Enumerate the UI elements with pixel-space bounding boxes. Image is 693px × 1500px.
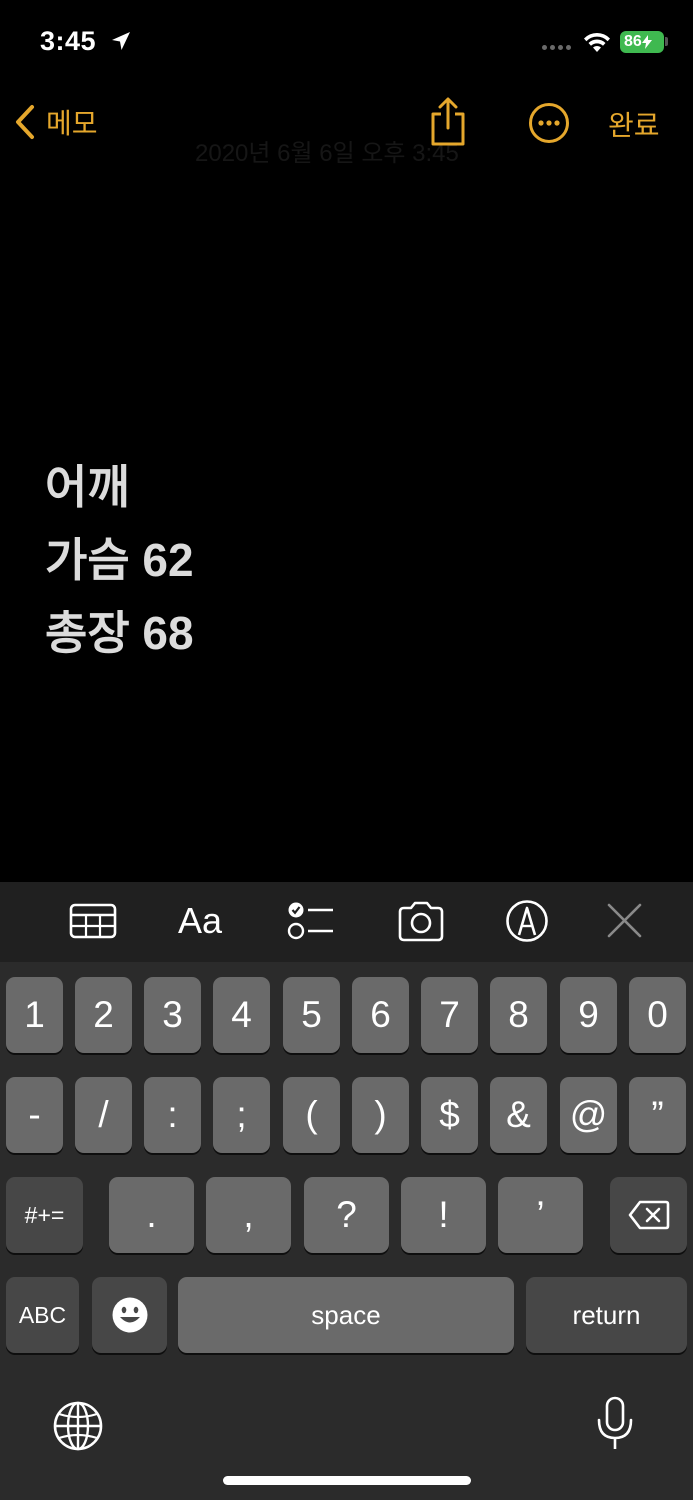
delete-icon [628,1200,669,1230]
key-9[interactable]: 9 [560,977,617,1053]
key-2[interactable]: 2 [75,977,132,1053]
key-3[interactable]: 3 [144,977,201,1053]
done-button[interactable]: 완료 [608,104,660,144]
close-icon[interactable] [600,898,650,944]
table-icon[interactable] [68,898,118,944]
status-bar: 3:45 86 [0,0,693,90]
battery-level: 86 [624,33,642,50]
key-close-paren[interactable]: ) [352,1077,409,1153]
key-6[interactable]: 6 [352,977,409,1053]
wifi-icon [584,32,610,52]
text-format-icon[interactable]: Aa [178,900,238,946]
key-comma[interactable]: , [206,1177,291,1253]
key-7[interactable]: 7 [421,977,478,1053]
key-question[interactable]: ? [304,1177,389,1253]
key-hyphen[interactable]: - [6,1077,63,1153]
key-colon[interactable]: : [144,1077,201,1153]
key-5[interactable]: 5 [283,977,340,1053]
bolt-icon [641,35,652,49]
back-label: 메모 [46,108,98,139]
back-button[interactable]: 메모 [14,102,98,142]
key-open-paren[interactable]: ( [283,1077,340,1153]
battery-charging-icon: 86 [620,31,664,53]
key-4[interactable]: 4 [213,977,270,1053]
location-arrow-icon [112,32,130,50]
microphone-icon[interactable] [596,1396,634,1452]
battery-cap [665,37,668,46]
key-at[interactable]: @ [560,1077,617,1153]
chevron-left-icon [16,105,34,139]
format-toolbar: Aa [0,882,693,962]
emoji-icon [112,1297,147,1333]
return-key[interactable]: return [526,1277,687,1353]
key-quote[interactable]: ” [629,1077,686,1153]
symbols-key[interactable]: #+= [6,1177,83,1253]
camera-icon[interactable] [396,898,446,944]
note-line[interactable]: 총장 68 [45,601,194,674]
abc-key[interactable]: ABC [6,1277,79,1353]
keyboard: 1 2 3 4 5 6 7 8 9 0 - / : ; ( ) $ & @ ” … [0,962,693,1500]
checklist-icon[interactable] [286,898,336,944]
key-period[interactable]: . [109,1177,194,1253]
key-semicolon[interactable]: ; [213,1077,270,1153]
home-indicator[interactable] [223,1476,471,1485]
key-1[interactable]: 1 [6,977,63,1053]
key-exclamation[interactable]: ! [401,1177,486,1253]
key-ampersand[interactable]: & [490,1077,547,1153]
note-line[interactable]: 어깨 [45,455,194,528]
key-8[interactable]: 8 [490,977,547,1053]
markup-icon[interactable] [502,898,552,944]
globe-icon[interactable] [52,1400,104,1452]
note-line[interactable]: 가슴 62 [45,528,194,601]
key-slash[interactable]: / [75,1077,132,1153]
note-date: 2020년 6월 6일 오후 3:45 [195,140,459,167]
status-time: 3:45 [40,26,97,56]
nav-bar: 메모 2020년 6월 6일 오후 3:45 완료 [0,90,693,167]
key-dollar[interactable]: $ [421,1077,478,1153]
key-apostrophe[interactable]: ’ [498,1177,583,1253]
more-icon[interactable] [528,102,570,144]
note-body[interactable]: 어깨 가슴 62 총장 68 [45,455,194,674]
key-0[interactable]: 0 [629,977,686,1053]
emoji-key[interactable] [92,1277,167,1353]
space-key[interactable]: space [178,1277,514,1353]
delete-key[interactable] [610,1177,687,1253]
cellular-signal-icon [542,45,571,50]
share-icon[interactable] [428,96,468,148]
